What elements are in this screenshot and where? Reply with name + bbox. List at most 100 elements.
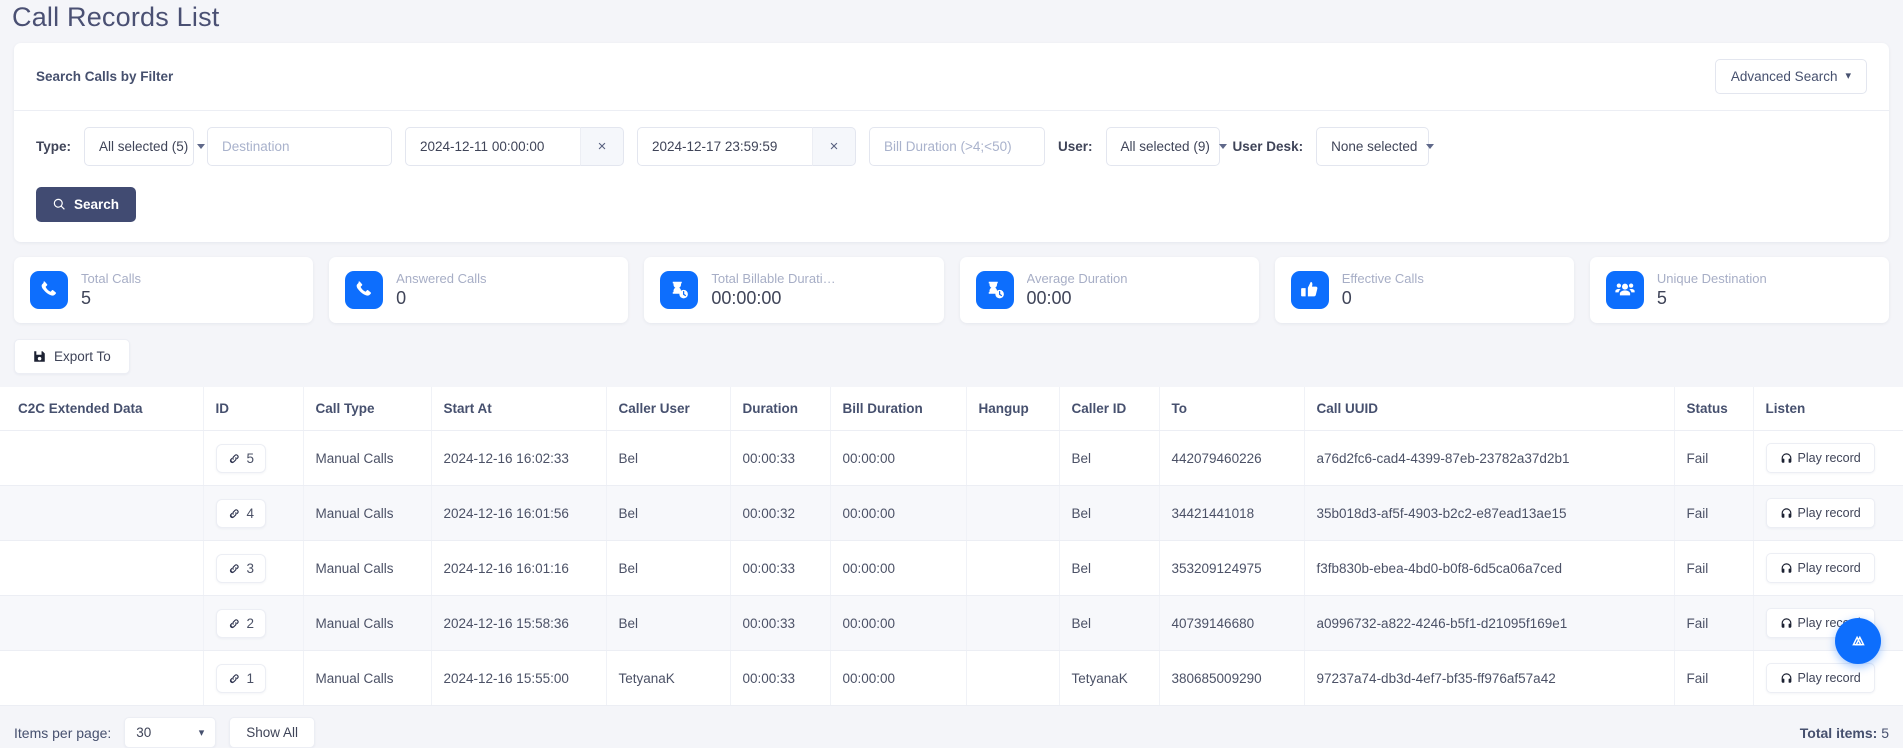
column-header-call-type[interactable]: Call Type (303, 387, 431, 431)
column-header-to[interactable]: To (1159, 387, 1304, 431)
search-button-label: Search (74, 197, 119, 212)
cell-status: Fail (1674, 486, 1753, 541)
floating-action-button[interactable] (1835, 618, 1881, 664)
play-record-button[interactable]: Play record (1766, 498, 1875, 528)
column-header-bill-duration[interactable]: Bill Duration (830, 387, 966, 431)
cell-listen: Play record (1753, 541, 1903, 596)
total-items-value: 5 (1881, 725, 1889, 741)
column-header-duration[interactable]: Duration (730, 387, 830, 431)
bill-duration-input[interactable]: Bill Duration (>4;<50) (869, 127, 1045, 166)
id-link-chip[interactable]: 3 (216, 554, 267, 583)
cell-status: Fail (1674, 596, 1753, 651)
stat-card-average-duration: Average Duration 00:00 (960, 257, 1259, 323)
table-row: 1Manual Calls2024-12-16 15:55:00TetyanaK… (0, 651, 1903, 706)
cell-bill-duration: 00:00:00 (830, 596, 966, 651)
date-to-group: 2024-12-17 23:59:59 × (637, 127, 856, 166)
headphones-icon (1780, 617, 1793, 630)
destination-input[interactable]: Destination (207, 127, 392, 166)
table-row: 5Manual Calls2024-12-16 16:02:33Bel00:00… (0, 431, 1903, 486)
search-button[interactable]: Search (36, 187, 136, 222)
cell-duration: 00:00:33 (730, 651, 830, 706)
destination-placeholder: Destination (222, 139, 290, 154)
headphones-icon (1780, 507, 1793, 520)
stat-card-answered-calls: Answered Calls 0 (329, 257, 628, 323)
column-header-id[interactable]: ID (203, 387, 303, 431)
cell-start-at: 2024-12-16 16:01:56 (431, 486, 606, 541)
cell-status: Fail (1674, 541, 1753, 596)
caret-down-icon (1219, 144, 1227, 149)
play-record-button[interactable]: Play record (1766, 663, 1875, 693)
cell-call-uuid: 97237a74-db3d-4ef7-bf35-ff976af57a42 (1304, 651, 1674, 706)
items-per-page-select[interactable]: 30 ▾ (124, 717, 216, 748)
cell-to: 442079460226 (1159, 431, 1304, 486)
date-to-clear-button[interactable]: × (812, 127, 856, 166)
column-header-hangup[interactable]: Hangup (966, 387, 1059, 431)
stat-value: 00:00 (1027, 287, 1128, 310)
cell-caller-id: Bel (1059, 486, 1159, 541)
export-to-button[interactable]: Export To (14, 339, 130, 374)
cell-duration: 00:00:33 (730, 431, 830, 486)
id-link-chip[interactable]: 2 (216, 609, 267, 638)
id-value: 3 (247, 561, 255, 576)
column-header-status[interactable]: Status (1674, 387, 1753, 431)
id-link-chip[interactable]: 1 (216, 664, 267, 693)
type-select[interactable]: All selected (5) (84, 127, 194, 166)
cell-start-at: 2024-12-16 15:55:00 (431, 651, 606, 706)
user-desk-select[interactable]: None selected (1316, 127, 1429, 166)
stat-value: 00:00:00 (711, 287, 835, 310)
user-select[interactable]: All selected (9) (1106, 127, 1220, 166)
cell-call-uuid: 35b018d3-af5f-4903-b2c2-e87ead13ae15 (1304, 486, 1674, 541)
call-records-table: C2C Extended Data ID Call Type Start At … (0, 387, 1903, 706)
stat-label: Total Billable Durati… (711, 271, 835, 287)
cell-duration: 00:00:33 (730, 541, 830, 596)
cell-to: 40739146680 (1159, 596, 1304, 651)
play-record-label: Play record (1798, 451, 1861, 465)
play-record-button[interactable]: Play record (1766, 443, 1875, 473)
column-header-caller-id[interactable]: Caller ID (1059, 387, 1159, 431)
date-to-input[interactable]: 2024-12-17 23:59:59 (637, 127, 812, 166)
triangles-logo-icon (1847, 630, 1869, 652)
type-label: Type: (36, 139, 71, 154)
total-items: Total items: 5 (1800, 725, 1889, 741)
filter-row: Type: All selected (5) Destination 2024-… (36, 127, 1867, 166)
link-icon (228, 562, 241, 575)
advanced-search-button[interactable]: Advanced Search ▾ (1715, 59, 1867, 94)
cell-status: Fail (1674, 651, 1753, 706)
stat-label: Effective Calls (1342, 271, 1424, 287)
column-header-start-at[interactable]: Start At (431, 387, 606, 431)
column-header-caller-user[interactable]: Caller User (606, 387, 730, 431)
id-value: 1 (247, 671, 255, 686)
date-from-group: 2024-12-11 00:00:00 × (405, 127, 624, 166)
cell-caller-id: TetyanaK (1059, 651, 1159, 706)
cell-id: 1 (203, 651, 303, 706)
cell-call-type: Manual Calls (303, 541, 431, 596)
cell-call-uuid: a76d2fc6-cad4-4399-87eb-23782a37d2b1 (1304, 431, 1674, 486)
chevron-down-icon: ▾ (199, 726, 205, 739)
bill-duration-placeholder: Bill Duration (>4;<50) (884, 139, 1012, 154)
cell-caller-user: Bel (606, 431, 730, 486)
play-record-button[interactable]: Play record (1766, 553, 1875, 583)
cell-listen: Play record (1753, 486, 1903, 541)
cell-duration: 00:00:33 (730, 596, 830, 651)
stat-label: Average Duration (1027, 271, 1128, 287)
cell-hangup (966, 486, 1059, 541)
date-from-clear-button[interactable]: × (580, 127, 624, 166)
cell-hangup (966, 541, 1059, 596)
cell-id: 5 (203, 431, 303, 486)
phone-icon (345, 271, 383, 309)
table-row: 2Manual Calls2024-12-16 15:58:36Bel00:00… (0, 596, 1903, 651)
column-header-listen[interactable]: Listen (1753, 387, 1903, 431)
export-toolbar: Export To (14, 339, 1889, 374)
stat-card-effective-calls: Effective Calls 0 (1275, 257, 1574, 323)
column-header-call-uuid[interactable]: Call UUID (1304, 387, 1674, 431)
user-desk-select-value: None selected (1331, 139, 1417, 154)
id-link-chip[interactable]: 4 (216, 499, 267, 528)
column-header-c2c-extended-data[interactable]: C2C Extended Data (0, 387, 203, 431)
date-from-input[interactable]: 2024-12-11 00:00:00 (405, 127, 580, 166)
table-row: 4Manual Calls2024-12-16 16:01:56Bel00:00… (0, 486, 1903, 541)
table-header-row: C2C Extended Data ID Call Type Start At … (0, 387, 1903, 431)
page-title: Call Records List (0, 0, 1903, 43)
id-link-chip[interactable]: 5 (216, 444, 267, 473)
cell-call-type: Manual Calls (303, 596, 431, 651)
show-all-button[interactable]: Show All (229, 717, 315, 748)
